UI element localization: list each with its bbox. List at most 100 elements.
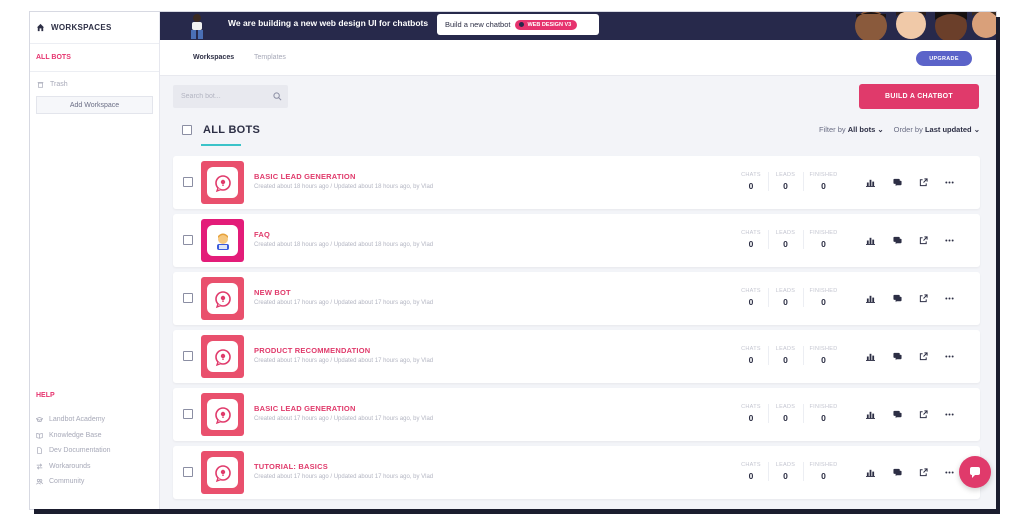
help-item-community[interactable]: Community [36, 474, 110, 490]
bot-avatar[interactable] [201, 277, 244, 320]
more-options-button[interactable] [944, 293, 954, 303]
bot-checkbox[interactable] [183, 177, 193, 187]
list-header: ALL BOTS Filter by All bots ⌄ Order by L… [173, 123, 980, 146]
open-external-button[interactable] [918, 177, 928, 187]
more-icon [944, 471, 954, 473]
workspaces-header[interactable]: WORKSPACES [30, 12, 159, 44]
stat-label: CHATS [741, 404, 761, 410]
more-options-button[interactable] [944, 235, 954, 245]
stat-chats: CHATS 0 [734, 172, 768, 191]
bot-name[interactable]: PRODUCT RECOMMENDATION [254, 346, 370, 355]
help-item-knowledge-base[interactable]: Knowledge Base [36, 428, 110, 444]
open-external-button[interactable] [918, 235, 928, 245]
stat-leads: LEADS 0 [768, 462, 802, 481]
messages-icon [892, 178, 902, 186]
search-input[interactable] [181, 93, 271, 100]
open-external-button[interactable] [918, 293, 928, 303]
upgrade-button[interactable]: UPGRADE [916, 51, 972, 66]
select-all-checkbox[interactable] [182, 125, 192, 135]
graduation-icon [36, 417, 43, 423]
tab-workspaces[interactable]: Workspaces [193, 54, 234, 61]
more-options-button[interactable] [944, 351, 954, 361]
stat-value: 0 [821, 471, 826, 481]
analytics-button[interactable] [865, 235, 875, 245]
bot-row[interactable]: FAQ Created about 18 hours ago / Updated… [173, 214, 980, 267]
messages-button[interactable] [892, 409, 902, 419]
bot-row[interactable]: BASIC LEAD GENERATION Created about 17 h… [173, 388, 980, 441]
stat-label: FINISHED [809, 404, 838, 410]
bot-checkbox[interactable] [183, 409, 193, 419]
bot-meta: Created about 18 hours ago / Updated abo… [254, 184, 434, 190]
bot-name[interactable]: BASIC LEAD GENERATION [254, 172, 356, 181]
sidebar-item-all-bots[interactable]: ALL BOTS [30, 44, 159, 72]
build-chatbot-link[interactable]: Build a new chatbot WEB DESIGN V3 [437, 14, 599, 35]
more-icon [944, 181, 954, 183]
build-chatbot-button[interactable]: BUILD A CHATBOT [859, 84, 979, 109]
bot-row[interactable]: PRODUCT RECOMMENDATION Created about 17 … [173, 330, 980, 383]
bot-meta: Created about 17 hours ago / Updated abo… [254, 416, 434, 422]
bot-meta: Created about 17 hours ago / Updated abo… [254, 300, 434, 306]
stat-finished: FINISHED 0 [803, 462, 843, 481]
chat-launcher-button[interactable] [959, 456, 991, 488]
help-title: HELP [36, 392, 55, 399]
bot-name[interactable]: NEW BOT [254, 288, 291, 297]
messages-icon [892, 410, 902, 418]
bot-checkbox[interactable] [183, 235, 193, 245]
bot-avatar[interactable] [201, 161, 244, 204]
order-dropdown[interactable]: Order by Last updated ⌄ [894, 125, 980, 134]
bot-avatar[interactable] [201, 451, 244, 494]
messages-button[interactable] [892, 351, 902, 361]
help-item-academy[interactable]: Landbot Academy [36, 412, 110, 428]
bot-checkbox[interactable] [183, 293, 193, 303]
trash-label: Trash [50, 81, 68, 88]
bot-checkbox[interactable] [183, 351, 193, 361]
open-external-button[interactable] [918, 351, 928, 361]
tab-templates[interactable]: Templates [254, 54, 286, 61]
open-external-button[interactable] [918, 409, 928, 419]
analytics-button[interactable] [865, 409, 875, 419]
bot-avatar[interactable] [201, 335, 244, 378]
more-options-button[interactable] [944, 409, 954, 419]
messages-button[interactable] [892, 235, 902, 245]
messages-button[interactable] [892, 177, 902, 187]
stat-label: LEADS [775, 346, 796, 352]
bot-meta: Created about 17 hours ago / Updated abo… [254, 474, 434, 480]
analytics-button[interactable] [865, 351, 875, 361]
bot-name[interactable]: BASIC LEAD GENERATION [254, 404, 356, 413]
stat-leads: LEADS 0 [768, 288, 802, 307]
stat-leads: LEADS 0 [768, 404, 802, 423]
bot-name[interactable]: FAQ [254, 230, 270, 239]
bot-avatar[interactable] [201, 393, 244, 436]
open-external-button[interactable] [918, 467, 928, 477]
bot-row[interactable]: TUTORIAL: BASICS Created about 17 hours … [173, 446, 980, 499]
bot-checkbox[interactable] [183, 467, 193, 477]
stat-label: LEADS [775, 404, 796, 410]
person-emoji-icon [216, 233, 229, 250]
more-options-button[interactable] [944, 467, 954, 477]
messages-button[interactable] [892, 293, 902, 303]
help-item-workarounds[interactable]: Workarounds [36, 459, 110, 475]
sidebar-item-trash[interactable]: Trash [30, 72, 159, 88]
stat-value: 0 [748, 413, 754, 423]
stat-label: LEADS [775, 230, 796, 236]
analytics-button[interactable] [865, 293, 875, 303]
filter-dropdown[interactable]: Filter by All bots ⌄ [819, 125, 884, 134]
more-options-button[interactable] [944, 177, 954, 187]
bot-row[interactable]: BASIC LEAD GENERATION Created about 18 h… [173, 156, 980, 209]
add-workspace-button[interactable]: Add Workspace [36, 96, 153, 114]
search-icon[interactable] [273, 92, 282, 101]
bot-avatar-inner [207, 457, 238, 488]
bot-avatar[interactable] [201, 219, 244, 262]
stat-chats: CHATS 0 [734, 462, 768, 481]
bot-name[interactable]: TUTORIAL: BASICS [254, 462, 328, 471]
order-label: Order by [893, 125, 923, 134]
messages-button[interactable] [892, 467, 902, 477]
help-item-dev-docs[interactable]: Dev Documentation [36, 443, 110, 459]
analytics-button[interactable] [865, 467, 875, 477]
bar-chart-icon [865, 469, 875, 477]
stat-value: 0 [821, 297, 826, 307]
dot-icon [519, 22, 525, 27]
analytics-button[interactable] [865, 177, 875, 187]
bot-row[interactable]: NEW BOT Created about 17 hours ago / Upd… [173, 272, 980, 325]
stat-finished: FINISHED 0 [803, 172, 843, 191]
